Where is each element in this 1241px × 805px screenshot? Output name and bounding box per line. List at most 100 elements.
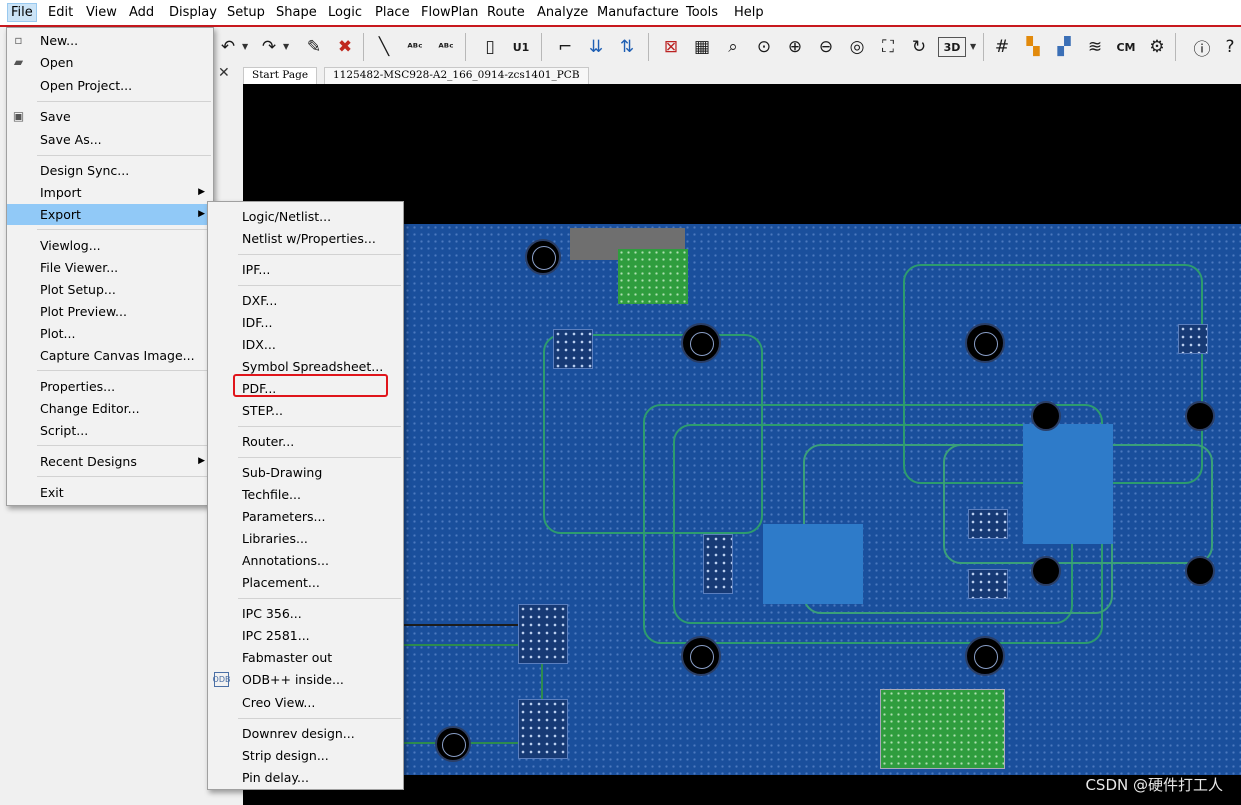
export-ipc-2581[interactable]: IPC 2581... <box>208 625 403 646</box>
zoom-world-icon[interactable]: ◎ <box>844 34 870 60</box>
export-dxf[interactable]: DXF... <box>208 290 403 311</box>
export-sub-drawing[interactable]: Sub-Drawing <box>208 462 403 483</box>
zoom-fit-icon[interactable]: ⊙ <box>751 34 777 60</box>
file-menu-open[interactable]: ▰ Open <box>7 52 213 73</box>
zoom-window-icon[interactable]: ⌕ <box>720 34 746 60</box>
menu-file[interactable]: File <box>7 3 37 22</box>
edit-text-icon[interactable]: ᴬᴮᶜ <box>433 34 459 60</box>
export-idx[interactable]: IDX... <box>208 334 403 355</box>
ratsnest-icon[interactable]: ⊠ <box>658 34 684 60</box>
export-placement[interactable]: Placement... <box>208 572 403 593</box>
menu-item-label: Viewlog... <box>40 238 101 253</box>
unrats-icon[interactable]: ▦ <box>689 34 715 60</box>
undo-icon[interactable]: ↶ <box>215 34 241 60</box>
file-menu-properties[interactable]: Properties... <box>7 376 213 397</box>
close-tab-icon[interactable]: ✕ <box>218 65 230 81</box>
file-menu-plot[interactable]: Plot... <box>7 323 213 344</box>
export-strip-design[interactable]: Strip design... <box>208 745 403 766</box>
redraw-icon[interactable]: ↻ <box>906 34 932 60</box>
layers-icon[interactable]: ≋ <box>1082 34 1108 60</box>
export-creo-view[interactable]: Creo View... <box>208 692 403 713</box>
add-line-icon[interactable]: ╲ <box>371 34 397 60</box>
file-menu-script[interactable]: Script... <box>7 420 213 441</box>
menu-analyze[interactable]: Analyze <box>537 5 588 20</box>
settings-grid-icon[interactable]: ⚙ <box>1144 34 1170 60</box>
zoom-out-icon[interactable]: ⊖ <box>813 34 839 60</box>
unpin-icon[interactable]: ✖ <box>332 34 358 60</box>
file-menu-open-project[interactable]: Open Project... <box>7 75 213 96</box>
export-fabmaster-out[interactable]: Fabmaster out <box>208 647 403 668</box>
menu-route[interactable]: Route <box>487 5 525 20</box>
file-menu-new[interactable]: ▫ New... <box>7 30 213 51</box>
redo-dropdown-icon[interactable]: ▼ <box>283 42 289 51</box>
copper-pour <box>880 689 1005 769</box>
grid-toggle-icon[interactable]: # <box>989 34 1015 60</box>
menu-place[interactable]: Place <box>375 5 410 20</box>
file-menu-plot-setup[interactable]: Plot Setup... <box>7 279 213 300</box>
submenu-arrow-icon: ▶ <box>198 187 205 197</box>
menu-manufacture[interactable]: Manufacture <box>597 5 679 20</box>
ic-footprint <box>968 569 1008 599</box>
shadow-icon[interactable]: ▞ <box>1051 34 1077 60</box>
3d-view-dropdown-icon[interactable]: ▼ <box>970 42 976 51</box>
export-techfile[interactable]: Techfile... <box>208 484 403 505</box>
file-menu-save[interactable]: ▣ Save <box>7 106 213 127</box>
export-downrev-design[interactable]: Downrev design... <box>208 723 403 744</box>
menu-help[interactable]: Help <box>734 5 764 20</box>
file-menu-capture-canvas-image[interactable]: Capture Canvas Image... <box>7 345 213 366</box>
menu-tools[interactable]: Tools <box>686 5 718 20</box>
export-odb-inside[interactable]: ODB ODB++ inside... <box>208 669 403 690</box>
tab-design[interactable]: 1125482-MSC928-A2_166_0914-zcs1401_PCB <box>324 67 589 84</box>
tab-start-page[interactable]: Start Page <box>243 67 318 84</box>
export-libraries[interactable]: Libraries... <box>208 528 403 549</box>
file-menu-file-viewer[interactable]: File Viewer... <box>7 257 213 278</box>
menu-item-label: Fabmaster out <box>242 650 333 665</box>
slide-icon[interactable]: ⇊ <box>583 34 609 60</box>
menu-item-label: Libraries... <box>242 531 308 546</box>
delay-tune-icon[interactable]: ⇅ <box>614 34 640 60</box>
zoom-selection-icon[interactable]: ⛶ <box>875 34 901 60</box>
file-menu-recent-designs[interactable]: Recent Designs ▶ <box>7 451 213 472</box>
3d-view-icon[interactable]: 3D <box>938 37 966 57</box>
file-menu-export[interactable]: Export ▶ <box>7 204 213 225</box>
menu-view[interactable]: View <box>86 5 117 20</box>
export-netlist-properties[interactable]: Netlist w/Properties... <box>208 228 403 249</box>
menu-separator <box>238 254 401 255</box>
menu-display[interactable]: Display <box>169 5 217 20</box>
export-idf[interactable]: IDF... <box>208 312 403 333</box>
add-text-icon[interactable]: ᴬᴮᶜ <box>402 34 428 60</box>
zoom-in-icon[interactable]: ⊕ <box>782 34 808 60</box>
file-menu-plot-preview[interactable]: Plot Preview... <box>7 301 213 322</box>
export-router[interactable]: Router... <box>208 431 403 452</box>
cm-icon[interactable]: CM <box>1113 34 1139 60</box>
menu-flowplan[interactable]: FlowPlan <box>421 5 478 20</box>
export-parameters[interactable]: Parameters... <box>208 506 403 527</box>
file-menu-design-sync[interactable]: Design Sync... <box>7 160 213 181</box>
menu-edit[interactable]: Edit <box>48 5 73 20</box>
undo-dropdown-icon[interactable]: ▼ <box>242 42 248 51</box>
color-icon[interactable]: ▚ <box>1020 34 1046 60</box>
pin-icon[interactable]: ✎ <box>301 34 327 60</box>
export-ipf[interactable]: IPF... <box>208 259 403 280</box>
export-ipc-356[interactable]: IPC 356... <box>208 603 403 624</box>
file-menu-viewlog[interactable]: Viewlog... <box>7 235 213 256</box>
menu-setup[interactable]: Setup <box>227 5 265 20</box>
file-menu-save-as[interactable]: Save As... <box>7 129 213 150</box>
help-icon[interactable]: ? <box>1217 34 1241 60</box>
menu-item-label: Recent Designs <box>40 454 137 469</box>
route-connect-icon[interactable]: ⌐ <box>552 34 578 60</box>
menu-shape[interactable]: Shape <box>276 5 317 20</box>
info-icon[interactable]: ⓘ <box>1189 34 1215 60</box>
menu-logic[interactable]: Logic <box>328 5 362 20</box>
export-pin-delay[interactable]: Pin delay... <box>208 767 403 788</box>
redo-icon[interactable]: ↷ <box>256 34 282 60</box>
file-menu-change-editor[interactable]: Change Editor... <box>7 398 213 419</box>
file-menu-import[interactable]: Import ▶ <box>7 182 213 203</box>
component-refdes-icon[interactable]: U1 <box>508 34 534 60</box>
export-step[interactable]: STEP... <box>208 400 403 421</box>
file-menu-exit[interactable]: Exit <box>7 482 213 503</box>
export-annotations[interactable]: Annotations... <box>208 550 403 571</box>
export-logic-netlist[interactable]: Logic/Netlist... <box>208 206 403 227</box>
place-component-icon[interactable]: ▯ <box>477 34 503 60</box>
menu-add[interactable]: Add <box>129 5 154 20</box>
